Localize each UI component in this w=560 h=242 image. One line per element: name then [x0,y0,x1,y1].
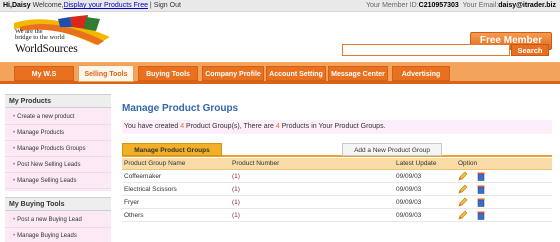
latest-update: 09/09/03 [396,186,422,193]
sidebar-item-manage-products[interactable]: • Manage Products [5,125,111,141]
sidebar-item-manage-selling-leads[interactable]: • Manage Selling Leads [5,173,111,189]
tab-company-profile[interactable]: Company Profile [202,66,264,81]
main-nav: My W.S Selling Tools Buying Tools Compan… [0,62,560,84]
delete-trash-icon[interactable] [476,210,486,220]
tab-add-product-group[interactable]: Add a New Product Group [342,143,442,156]
product-number-link[interactable]: (1) [232,196,240,209]
tab-message-center[interactable]: Message Center [328,66,388,81]
worldsources-logo[interactable]: We are the bridge to the world WorldSourc… [10,15,120,59]
sidebar: My Products • Create a new product • Manag… [5,94,111,242]
group-name: Coffeemaker [124,173,162,180]
sidebar-list-buying: • Post a new Buying Lead • Manage Buying L… [5,211,111,242]
sidebar-item-post-buying-lead[interactable]: • Post a new Buying Lead [5,212,111,228]
group-name: Fryer [124,199,140,206]
email-value: daisy@itrader.biz [498,2,556,9]
search-button[interactable]: Search [511,44,549,56]
product-number-link[interactable]: (1) [232,170,240,183]
latest-update: 09/09/03 [396,212,422,219]
member-id-label: Your Member ID: [366,2,419,9]
email-label: Your Email: [462,2,499,9]
table-row: Fryer (1) 09/09/03 [122,196,552,209]
group-name: Others [124,212,144,219]
page-title: Manage Product Groups [122,103,239,114]
latest-update: 09/09/03 [396,173,422,180]
group-tabs: Manage Product Groups Add a New Product … [122,143,552,157]
table-header: Product Group Name Product Number Latest… [122,158,552,170]
product-number-link[interactable]: (1) [232,209,240,222]
latest-update: 09/09/03 [396,199,422,206]
sidebar-heading-buying-tools: My Buying Tools [5,197,111,211]
sign-out-link[interactable]: | Sign Out [148,2,181,9]
col-product-number: Product Number [232,160,280,167]
edit-pencil-icon[interactable] [458,184,468,194]
col-option: Option [458,160,478,167]
product-number-link[interactable]: (1) [232,183,240,196]
delete-trash-icon[interactable] [476,184,486,194]
sidebar-list-products: • Create a new product • Manage Products •… [5,108,111,191]
tab-my-ws[interactable]: My W.S [14,66,74,81]
product-groups-table: Product Group Name Product Number Latest… [122,158,552,222]
edit-pencil-icon[interactable] [458,197,468,207]
sidebar-item-manage-buying-leads[interactable]: • Manage Buying Leads [5,228,111,242]
member-id-value: C210957303 [418,2,459,9]
edit-pencil-icon[interactable] [458,171,468,181]
sidebar-item-post-selling-leads[interactable]: • Post New Selling Leads [5,157,111,173]
display-products-link[interactable]: Display your Products Free [64,2,148,9]
tab-manage-product-groups[interactable]: Manage Product Groups [122,143,222,156]
col-latest-update: Latest Update [396,160,437,167]
top-bar: Hi,Daisy Welcome,Display your Products F… [0,0,560,12]
table-row: Others (1) 09/09/03 [122,209,552,222]
tab-selling-tools[interactable]: Selling Tools [78,65,134,82]
edit-pencil-icon[interactable] [458,210,468,220]
welcome-text: Welcome, [30,2,64,9]
sidebar-heading-my-products: My Products [5,94,111,108]
tab-account-setting[interactable]: Account Setting [266,66,326,81]
logo-brand: WorldSources [15,43,78,55]
tab-buying-tools[interactable]: Buying Tools [138,66,198,81]
summary-text: You have created 4 Product Group(s), The… [122,120,552,134]
tab-advertising[interactable]: Advertising [392,66,450,81]
delete-trash-icon[interactable] [476,197,486,207]
group-name: Electrical Scissors [124,186,177,193]
greeting-name: Hi,Daisy [3,2,31,9]
account-info: Your Member ID:C210957303 Your Email:dai… [366,2,556,9]
col-group-name: Product Group Name [124,160,186,167]
search-input[interactable] [342,44,510,56]
logo-tagline: We are the bridge to the world [15,28,65,41]
delete-trash-icon[interactable] [476,171,486,181]
table-row: Coffeemaker (1) 09/09/03 [122,170,552,183]
table-row: Electrical Scissors (1) 09/09/03 [122,183,552,196]
sidebar-item-manage-groups[interactable]: • Manage Products Groups [5,141,111,157]
sidebar-item-create-product[interactable]: • Create a new product [5,109,111,125]
greeting-area: Hi,Daisy Welcome,Display your Products F… [3,2,181,9]
